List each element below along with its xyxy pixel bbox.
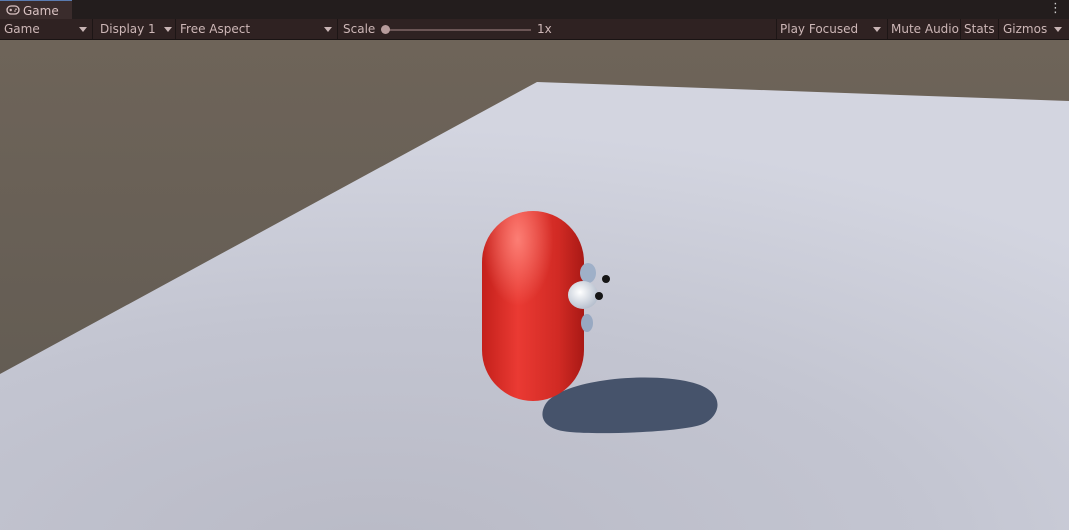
unity-game-view: Game ⋮ Game Display 1 Free Aspect Scale …: [0, 0, 1069, 530]
play-mode-dropdown-label: Play Focused: [780, 22, 859, 36]
aspect-dropdown-label: Free Aspect: [180, 22, 251, 36]
pupil-icon: [595, 292, 603, 300]
divider: [92, 19, 93, 39]
tab-game-label: Game: [23, 4, 59, 18]
chevron-down-icon: [873, 27, 881, 32]
divider: [960, 19, 961, 39]
stats-toggle[interactable]: Stats: [964, 19, 995, 39]
more-options-icon[interactable]: ⋮: [1049, 1, 1062, 17]
gizmos-label: Gizmos: [1003, 22, 1048, 36]
mute-audio-toggle[interactable]: Mute Audio: [891, 19, 959, 39]
tab-bar: Game ⋮: [0, 0, 1069, 19]
aspect-dropdown[interactable]: Free Aspect: [180, 19, 334, 39]
eye-icon: [568, 281, 598, 309]
mode-dropdown[interactable]: Game: [4, 19, 88, 39]
chevron-down-icon: [79, 27, 87, 32]
gamepad-icon: [6, 5, 20, 15]
scale-slider-track[interactable]: [385, 29, 531, 31]
ear-icon: [580, 263, 596, 283]
display-dropdown[interactable]: Display 1: [100, 19, 172, 39]
chevron-down-icon: [1054, 27, 1062, 32]
game-viewport[interactable]: [0, 40, 1069, 530]
divider: [337, 19, 338, 39]
divider: [175, 19, 176, 39]
ear-icon: [581, 314, 593, 332]
divider: [998, 19, 999, 39]
scale-slider-handle[interactable]: [380, 25, 390, 34]
scale-label: Scale: [343, 22, 376, 36]
chevron-down-icon: [324, 27, 332, 32]
divider: [776, 19, 777, 39]
chevron-down-icon: [164, 27, 172, 32]
game-toolbar: Game Display 1 Free Aspect Scale 1x Play…: [0, 19, 1069, 40]
divider: [887, 19, 888, 39]
mode-dropdown-label: Game: [4, 22, 40, 36]
tab-game[interactable]: Game: [0, 0, 72, 19]
play-mode-dropdown[interactable]: Play Focused: [780, 19, 884, 39]
display-dropdown-label: Display 1: [100, 22, 156, 36]
pupil-icon: [602, 275, 610, 283]
scale-value: 1x: [537, 22, 552, 36]
gizmos-toggle[interactable]: Gizmos: [1003, 19, 1065, 39]
